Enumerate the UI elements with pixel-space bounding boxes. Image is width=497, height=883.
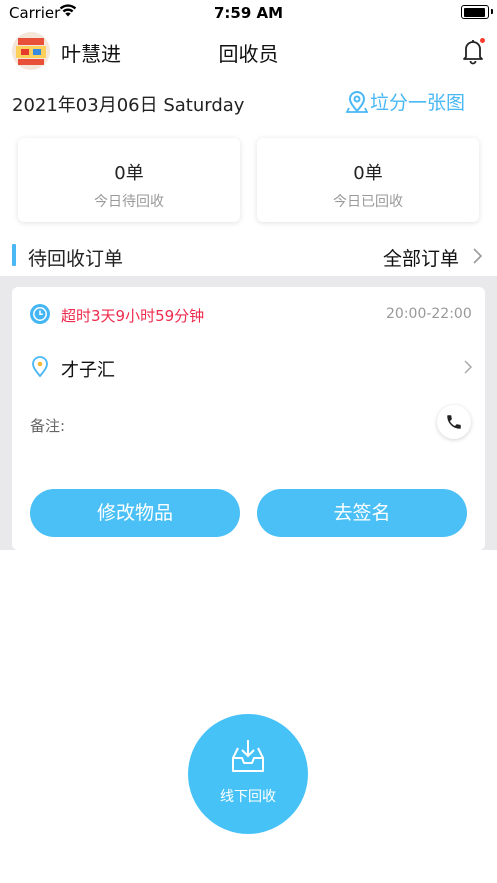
status-bar: Carrier 7:59 AM <box>0 0 497 26</box>
battery-tip <box>491 9 493 14</box>
offline-recycle-button[interactable]: 线下回收 <box>188 714 308 834</box>
all-orders-link[interactable]: 全部订单 <box>383 244 459 271</box>
map-pin-icon <box>346 90 368 113</box>
stat-label: 今日待回收 <box>94 194 164 210</box>
notification-dot <box>480 38 485 43</box>
chevron-right-icon[interactable] <box>472 246 484 271</box>
stat-label: 今日已回收 <box>333 194 403 210</box>
edit-items-button[interactable]: 修改物品 <box>30 489 240 537</box>
battery-icon <box>461 5 489 19</box>
phone-icon <box>447 415 461 429</box>
map-link[interactable]: 垃分一张图 <box>346 88 465 115</box>
stat-value: 0单 <box>353 163 383 184</box>
current-date: 2021年03月06日 Saturday <box>12 95 245 116</box>
overtime-text: 超时3天9小时59分钟 <box>61 307 205 325</box>
map-link-label: 垃分一张图 <box>370 92 466 114</box>
status-time: 7:59 AM <box>213 4 284 22</box>
stat-card-done[interactable]: 0单 今日已回收 <box>257 138 479 222</box>
note-label: 备注: <box>30 417 66 435</box>
clock-icon <box>30 304 50 324</box>
sign-button[interactable]: 去签名 <box>257 489 467 537</box>
location-pin-icon <box>30 356 50 382</box>
time-slot: 20:00-22:00 <box>386 306 472 322</box>
order-address[interactable]: 才子汇 <box>61 356 115 382</box>
phone-call-button[interactable] <box>437 405 471 439</box>
inbox-download-icon <box>232 740 264 772</box>
section-title: 待回收订单 <box>28 248 124 270</box>
fab-label: 线下回收 <box>220 789 276 805</box>
chevron-right-icon[interactable] <box>463 358 473 380</box>
section-accent-bar <box>12 244 16 266</box>
page-title: 回收员 <box>218 42 279 66</box>
stat-card-pending[interactable]: 0单 今日待回收 <box>18 138 240 222</box>
stat-value: 0单 <box>114 163 144 184</box>
